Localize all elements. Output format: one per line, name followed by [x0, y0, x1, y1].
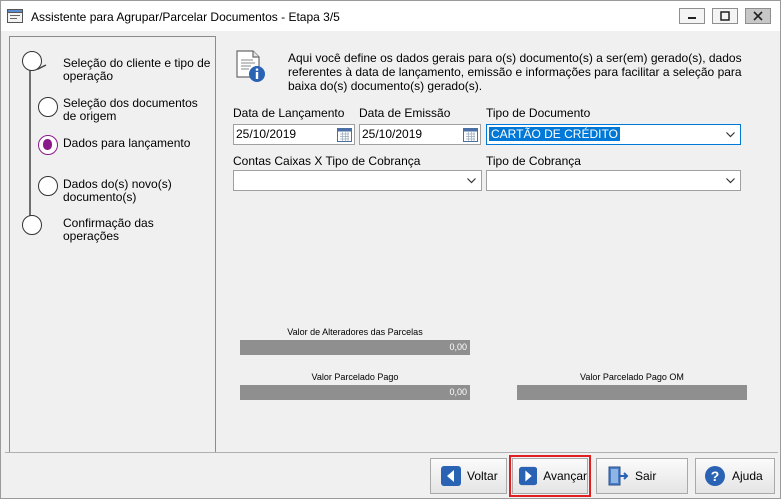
- avancar-label: Avançar: [543, 469, 587, 483]
- footer-divider: [5, 452, 778, 453]
- voltar-label: Voltar: [467, 469, 498, 483]
- chevron-down-icon[interactable]: [466, 175, 477, 186]
- svg-text:?: ?: [711, 468, 720, 484]
- data-lancamento-label: Data de Lançamento: [233, 106, 345, 120]
- minimize-icon: [688, 17, 696, 19]
- tipo-documento-label: Tipo de Documento: [486, 106, 591, 120]
- data-lancamento-value: 25/10/2019: [236, 127, 297, 141]
- exit-door-icon: [608, 466, 629, 486]
- steps-panel: Seleção do cliente e tipo de operação Se…: [9, 36, 216, 453]
- wizard-window: Assistente para Agrupar/Parcelar Documen…: [0, 0, 781, 499]
- step-label-3: Dados para lançamento: [63, 136, 191, 150]
- chevron-down-icon[interactable]: [725, 129, 736, 140]
- step-node-5: [22, 215, 42, 235]
- contas-caixas-label: Contas Caixas X Tipo de Cobrança: [233, 154, 421, 168]
- arrow-left-icon: [441, 466, 461, 486]
- help-icon: ?: [705, 466, 725, 486]
- close-button[interactable]: [745, 8, 771, 24]
- maximize-button[interactable]: [712, 8, 738, 24]
- step-node-3-active: [38, 135, 58, 155]
- tipo-documento-value: CARTÃO DE CRÉDITO: [489, 127, 620, 141]
- chevron-down-icon[interactable]: [725, 175, 736, 186]
- parcelado-pago-label: Valor Parcelado Pago: [311, 372, 399, 382]
- title-bar: Assistente para Agrupar/Parcelar Documen…: [1, 1, 780, 31]
- ajuda-label: Ajuda: [732, 469, 763, 483]
- close-icon: [753, 11, 763, 21]
- alteradores-value: 0,00: [240, 340, 470, 355]
- parcelado-pago-value: 0,00: [240, 385, 470, 400]
- step-label-4: Dados do(s) novo(s) documento(s): [63, 177, 172, 204]
- parcelado-pago-om-value: [517, 385, 747, 400]
- window-title: Assistente para Agrupar/Parcelar Documen…: [31, 10, 340, 24]
- maximize-icon: [720, 11, 730, 21]
- step-node-2: [38, 97, 58, 117]
- voltar-button[interactable]: Voltar: [430, 458, 507, 494]
- step-node-4: [38, 176, 58, 196]
- ajuda-button[interactable]: ? Ajuda: [695, 458, 775, 494]
- calendar-icon[interactable]: [337, 127, 352, 142]
- parcelado-pago-om-label: Valor Parcelado Pago OM: [580, 372, 684, 382]
- data-emissao-value: 25/10/2019: [362, 127, 423, 141]
- step-node-1: [22, 51, 42, 71]
- sair-label: Sair: [635, 469, 657, 483]
- avancar-button[interactable]: Avançar: [509, 455, 591, 497]
- info-description: Aqui você define os dados gerais para o(…: [288, 51, 742, 93]
- app-icon: [7, 9, 23, 23]
- data-emissao-label: Data de Emissão: [359, 106, 451, 120]
- alteradores-label: Valor de Alteradores das Parcelas: [287, 327, 423, 337]
- step-label-2: Seleção dos documentos de origem: [63, 96, 198, 123]
- tipo-documento-select[interactable]: CARTÃO DE CRÉDITO: [486, 124, 741, 145]
- arrow-right-icon: [519, 466, 538, 486]
- minimize-button[interactable]: [679, 8, 705, 24]
- step-label-5: Confirmação das operações: [63, 216, 154, 243]
- data-lancamento-field[interactable]: 25/10/2019: [233, 124, 355, 145]
- contas-caixas-select[interactable]: [233, 170, 482, 191]
- step-label-1: Seleção do cliente e tipo de operação: [63, 56, 211, 83]
- document-info-icon: [236, 50, 265, 82]
- data-emissao-field[interactable]: 25/10/2019: [359, 124, 481, 145]
- tipo-cobranca-label: Tipo de Cobrança: [486, 154, 581, 168]
- sair-button[interactable]: Sair: [596, 458, 688, 494]
- calendar-icon[interactable]: [463, 127, 478, 142]
- tipo-cobranca-select[interactable]: [486, 170, 741, 191]
